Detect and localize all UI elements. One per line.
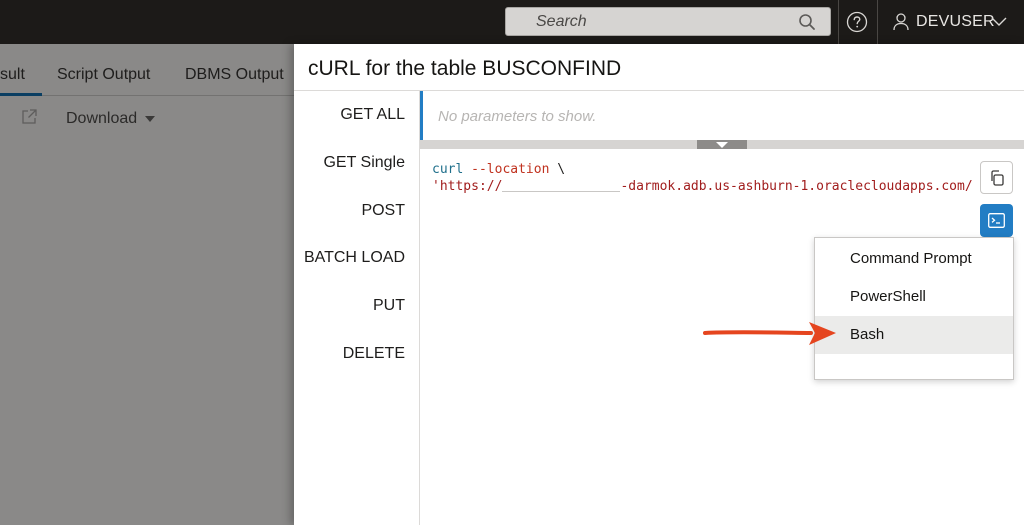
code-url-prefix: 'https:// [432, 179, 503, 194]
worksheet-output-panel: sult Script Output DBMS Output Download [0, 44, 294, 525]
code-option: --location [471, 162, 550, 177]
user-icon[interactable] [893, 13, 909, 31]
resize-splitter[interactable] [420, 140, 1024, 149]
shell-select-button[interactable] [980, 204, 1013, 237]
nav-item-get-all[interactable]: GET ALL [340, 106, 405, 124]
redacted-text [502, 180, 621, 192]
search-input[interactable]: Search [536, 13, 587, 31]
code-url-suffix: -darmok.adb.us-ashburn-1.oraclecloudapps… [620, 179, 973, 194]
top-bar: Search DEVUSER [0, 0, 1024, 44]
method-nav: GET ALL GET Single POST BATCH LOAD PUT D… [294, 91, 420, 525]
search-icon[interactable] [798, 13, 816, 31]
menu-item-powershell[interactable]: PowerShell [815, 278, 1013, 316]
menu-item-command-prompt[interactable]: Command Prompt [815, 240, 1013, 278]
nav-item-delete[interactable]: DELETE [343, 345, 405, 363]
user-menu-button[interactable]: DEVUSER [916, 13, 995, 31]
caret-down-icon [716, 142, 728, 148]
divider [877, 0, 878, 44]
splitter-handle[interactable] [697, 140, 747, 149]
open-external-icon[interactable] [20, 108, 38, 126]
chevron-down-icon[interactable] [991, 16, 1007, 28]
search-box[interactable]: Search [505, 7, 831, 36]
divider [838, 0, 839, 44]
nav-item-get-single[interactable]: GET Single [323, 154, 405, 172]
active-tab-indicator [0, 93, 42, 96]
code-continuation: \ [557, 162, 566, 177]
curl-dialog: cURL for the table BUSCONFIND GET ALL GE… [294, 44, 1024, 525]
copy-icon [991, 170, 1004, 186]
tab-dbms-output[interactable]: DBMS Output [185, 66, 284, 84]
output-tabs: sult Script Output DBMS Output [0, 44, 294, 96]
copy-button[interactable] [980, 161, 1013, 194]
nav-item-batch-load[interactable]: BATCH LOAD [304, 249, 405, 267]
caret-down-icon[interactable] [145, 116, 155, 123]
dialog-title: cURL for the table BUSCONFIND [308, 57, 622, 80]
parameters-section: No parameters to show. [420, 91, 1024, 140]
download-button[interactable]: Download [66, 110, 137, 128]
tab-query-result[interactable]: sult [0, 66, 25, 84]
tab-script-output[interactable]: Script Output [57, 66, 150, 84]
menu-item-bash[interactable]: Bash [815, 316, 1013, 354]
nav-item-post[interactable]: POST [361, 202, 405, 220]
nav-item-put[interactable]: PUT [373, 297, 405, 315]
shell-menu: Command Prompt PowerShell Bash [814, 237, 1014, 380]
curl-code-block[interactable]: curl --location \ 'https:// -darmok.adb.u… [432, 161, 973, 195]
terminal-icon [988, 213, 1005, 228]
annotation-arrow-icon [703, 322, 836, 345]
code-command: curl [432, 162, 464, 177]
help-icon[interactable] [846, 11, 868, 33]
no-parameters-text: No parameters to show. [438, 108, 597, 125]
selected-indicator [420, 91, 423, 140]
